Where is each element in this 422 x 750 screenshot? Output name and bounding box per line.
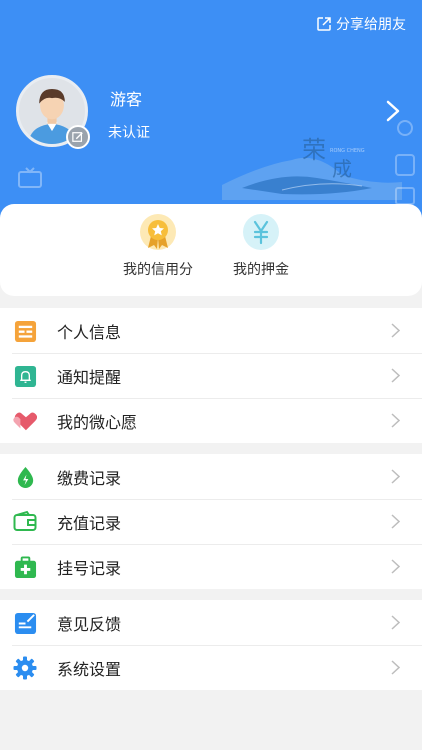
menu-label: 系统设置 bbox=[57, 659, 122, 679]
chevron-right-icon bbox=[391, 559, 400, 574]
verification-status: 未认证 bbox=[108, 125, 150, 141]
tv-decoration-icon bbox=[18, 167, 42, 188]
deposit-label: 我的押金 bbox=[233, 262, 289, 278]
account-summary-card: 我的信用分 我的押金 bbox=[0, 204, 422, 296]
edit-avatar-button[interactable] bbox=[66, 125, 90, 149]
credit-score-entry[interactable]: 我的信用分 bbox=[123, 214, 193, 279]
bus-decoration-icon bbox=[395, 120, 415, 205]
chevron-right-icon bbox=[391, 323, 400, 338]
id-card-icon bbox=[13, 319, 37, 343]
user-name: 游客 bbox=[110, 90, 143, 109]
menu-label: 个人信息 bbox=[57, 322, 122, 342]
menu-label: 通知提醒 bbox=[57, 367, 122, 387]
menu-label: 挂号记录 bbox=[57, 558, 122, 578]
deco-english: RONG CHENG bbox=[330, 148, 365, 154]
menu-label: 意见反馈 bbox=[57, 614, 122, 634]
feedback-icon bbox=[13, 611, 37, 635]
chevron-right-icon bbox=[391, 514, 400, 529]
menu-label: 缴费记录 bbox=[57, 468, 122, 488]
chevron-right-icon bbox=[391, 413, 400, 428]
share-button[interactable]: 分享给朋友 bbox=[316, 14, 406, 34]
bell-icon bbox=[13, 364, 37, 388]
menu-label: 充值记录 bbox=[57, 513, 122, 533]
chevron-right-icon bbox=[391, 660, 400, 675]
edit-icon bbox=[72, 132, 83, 142]
menu-item-wishes[interactable]: 我的微心愿 bbox=[0, 398, 422, 443]
drop-icon bbox=[13, 465, 37, 489]
chevron-right-icon[interactable] bbox=[386, 100, 400, 122]
menu-group-settings: 意见反馈 系统设置 bbox=[0, 600, 422, 690]
deco-char-1: 荣 bbox=[302, 136, 326, 164]
share-label: 分享给朋友 bbox=[336, 17, 406, 33]
menu-item-feedback[interactable]: 意见反馈 bbox=[0, 600, 422, 645]
credit-score-label: 我的信用分 bbox=[123, 262, 193, 278]
share-icon bbox=[317, 17, 331, 31]
hearts-icon bbox=[13, 409, 37, 433]
chevron-right-icon bbox=[391, 469, 400, 484]
menu-item-registration-records[interactable]: 挂号记录 bbox=[0, 544, 422, 589]
menu-item-system-settings[interactable]: 系统设置 bbox=[0, 645, 422, 690]
medal-icon bbox=[140, 214, 176, 250]
menu-label: 我的微心愿 bbox=[57, 412, 138, 432]
deposit-entry[interactable]: 我的押金 bbox=[233, 214, 289, 279]
yuan-icon bbox=[243, 214, 279, 250]
medical-kit-icon bbox=[13, 555, 37, 579]
wallet-icon bbox=[13, 510, 37, 534]
menu-item-personal-info[interactable]: 个人信息 bbox=[0, 308, 422, 353]
chevron-right-icon bbox=[391, 368, 400, 383]
menu-item-notifications[interactable]: 通知提醒 bbox=[0, 353, 422, 398]
chevron-right-icon bbox=[391, 615, 400, 630]
menu-item-payment-records[interactable]: 缴费记录 bbox=[0, 454, 422, 499]
landscape-decoration: 荣 成 RONG CHENG bbox=[222, 136, 402, 200]
menu-item-recharge-records[interactable]: 充值记录 bbox=[0, 499, 422, 544]
menu-group-profile: 个人信息 通知提醒 我的微心愿 bbox=[0, 308, 422, 443]
deco-char-2: 成 bbox=[332, 157, 352, 181]
menu-group-records: 缴费记录 充值记录 挂号记录 bbox=[0, 454, 422, 589]
gear-icon bbox=[13, 656, 37, 680]
